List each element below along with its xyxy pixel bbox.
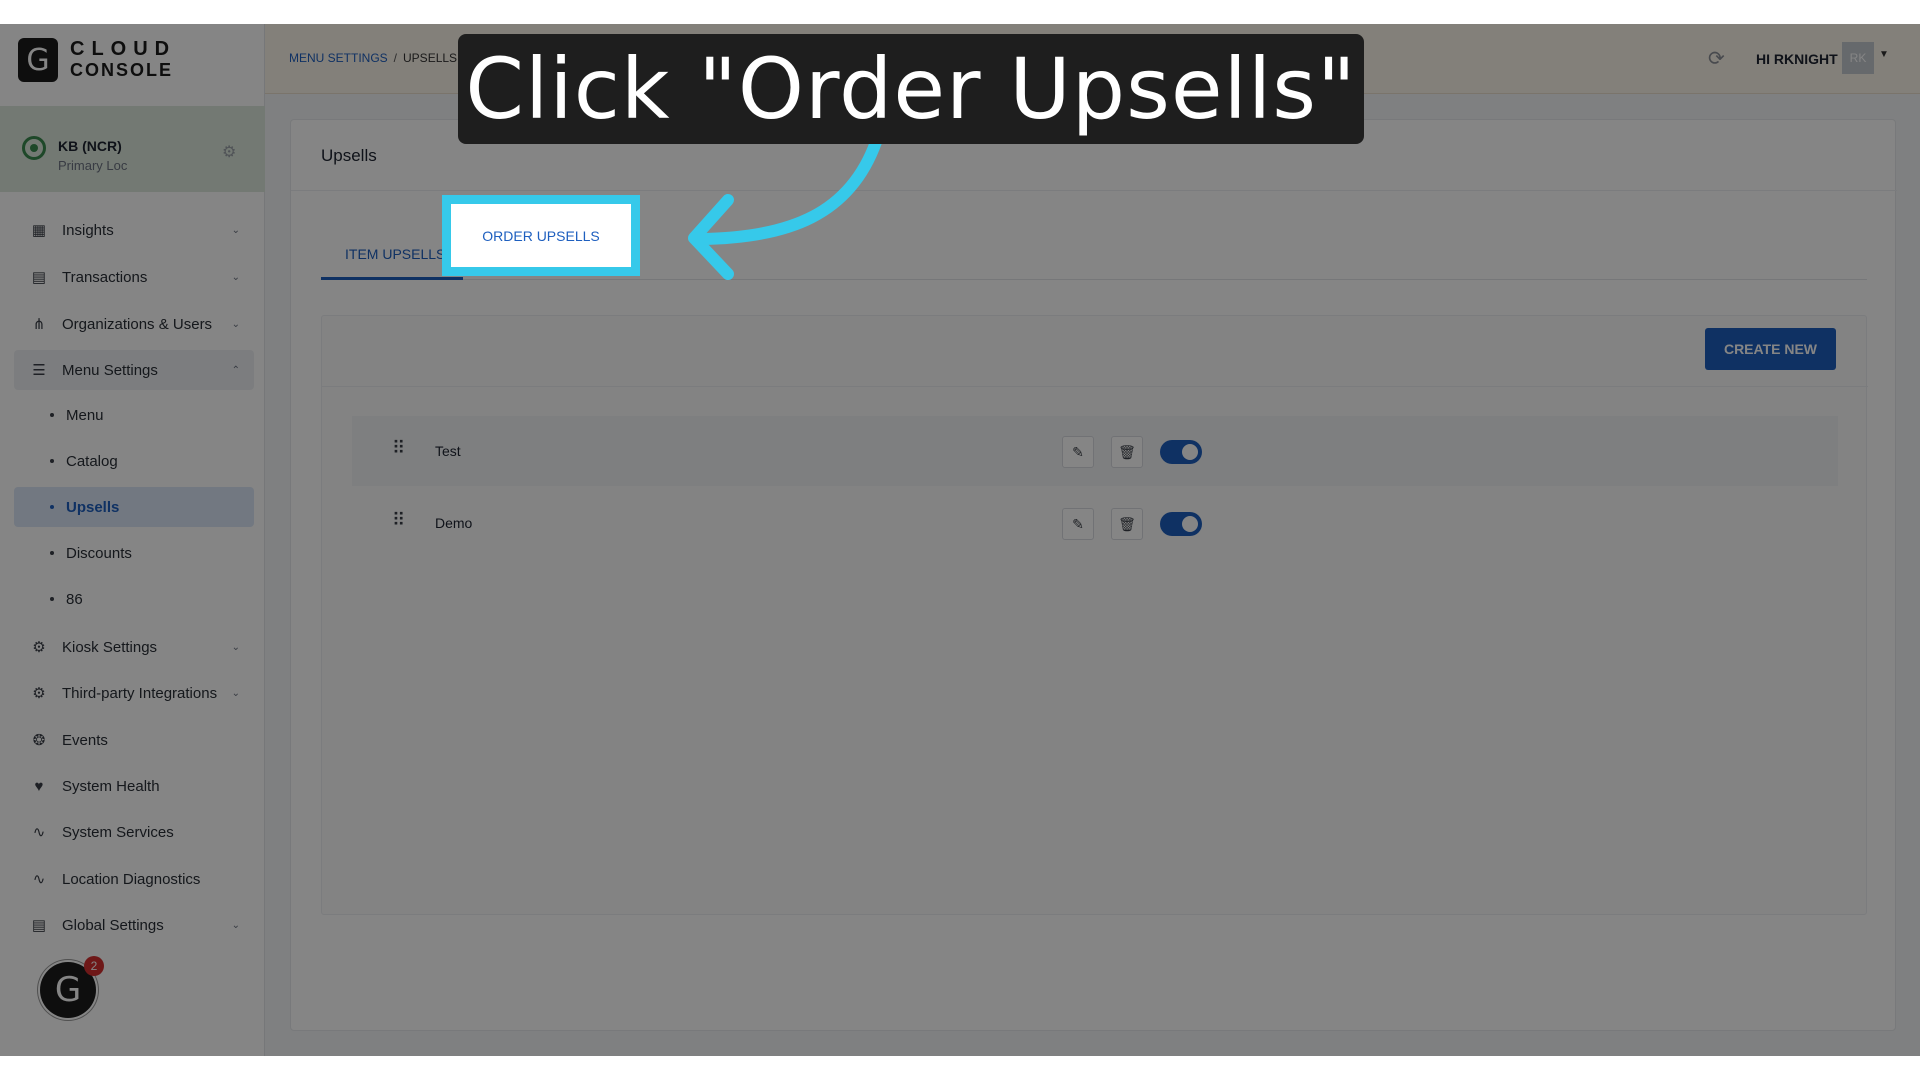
callout-text: Click "Order Upsells" bbox=[465, 40, 1357, 138]
app-frame: G CLOUD CONSOLE KB (NCR) Primary Loc ⚙ ▦… bbox=[0, 24, 1920, 1056]
tutorial-callout: Click "Order Upsells" bbox=[458, 34, 1364, 144]
tutorial-arrow bbox=[688, 136, 882, 280]
arrow-curve bbox=[694, 136, 882, 245]
